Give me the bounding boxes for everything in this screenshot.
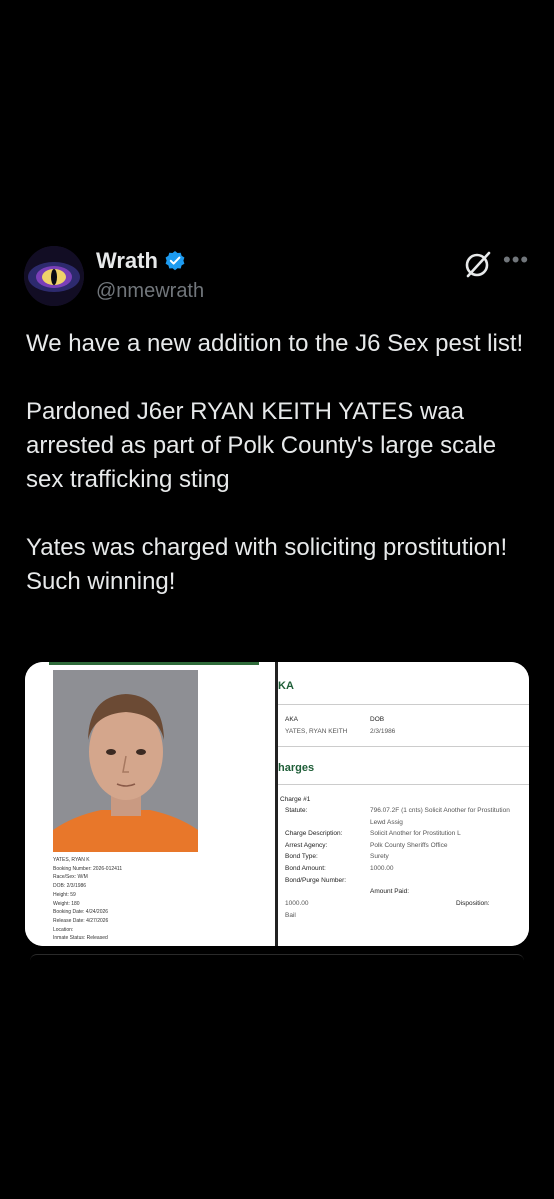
dob-value: 2/3/1986 [370, 728, 396, 735]
booking-location: Location: [53, 926, 74, 933]
tweet-paragraph: Yates was charged with soliciting prosti… [26, 534, 508, 595]
statute-value: 796.07.2F (1 cnts) Solicit Another for P… [370, 807, 510, 814]
bond-type-label: Bond Type: [285, 853, 318, 860]
amount-paid-label: Amount Paid: [370, 888, 410, 895]
statute-continued: Lewd Assig [370, 819, 403, 826]
purge-number-label: Bond/Purge Number: [285, 877, 347, 884]
dob-label: DOB [370, 716, 385, 723]
charge-number: Charge #1 [280, 796, 311, 803]
more-options-icon[interactable]: ••• [503, 249, 529, 271]
divider-line [278, 746, 529, 747]
description-value: Solicit Another for Prostitution L [370, 830, 461, 837]
divider-line [278, 784, 529, 785]
tweet-text: We have a new addition to the J6 Sex pes… [26, 327, 531, 633]
booking-date: Booking Date: 4/24/2026 [53, 909, 109, 916]
bond-type-value: Surety [370, 853, 389, 860]
agency-label: Arrest Agency: [285, 842, 328, 849]
aka-heading: KA [278, 680, 294, 692]
amount-paid-value: 1000.00 [285, 900, 309, 907]
booking-race-sex: Race/Sex: W/M [53, 874, 88, 881]
disposition-label: Disposition: [456, 900, 490, 907]
booking-name: YATES, RYAN K [53, 857, 90, 863]
description-label: Charge Description: [285, 830, 343, 837]
verified-badge-icon [165, 251, 185, 271]
inmate-status: Inmate Status: Released [53, 935, 108, 942]
booking-record-image[interactable]: YATES, RYAN K Booking Number: 2026-01241… [25, 662, 275, 946]
bond-amount-value: 1000.00 [370, 865, 394, 872]
tweet-paragraph: Pardoned J6er RYAN KEITH YATES waa arres… [26, 398, 497, 493]
tweet-media[interactable]: YATES, RYAN K Booking Number: 2026-01241… [25, 662, 529, 946]
grok-icon[interactable] [462, 248, 494, 280]
bail-value: Bail [285, 912, 296, 919]
author-name[interactable]: Wrath [96, 248, 158, 274]
booking-height: Height: 59 [53, 891, 76, 898]
eye-avatar-icon [24, 246, 84, 306]
aka-label: AKA [285, 716, 299, 723]
author-handle[interactable]: @nmewrath [96, 280, 204, 303]
booking-details: YATES, RYAN K Booking Number: 2026-01241… [53, 856, 122, 943]
tweet-paragraph: We have a new addition to the J6 Sex pes… [26, 330, 524, 357]
booking-dob: DOB: 2/3/1986 [53, 883, 87, 890]
author-name-row[interactable]: Wrath [96, 248, 186, 274]
bottom-sheet-edge [30, 954, 524, 961]
mugshot-photo [53, 670, 198, 852]
charges-heading: harges [278, 762, 315, 774]
divider-line [278, 704, 529, 705]
header-bar [49, 662, 259, 665]
release-date: Release Date: 4/27/2026 [53, 917, 109, 924]
aka-value: YATES, RYAN KEITH [285, 728, 348, 735]
agency-value: Polk County Sheriffs Office [370, 842, 448, 849]
booking-weight: Weight: 180 [53, 900, 80, 907]
bond-amount-label: Bond Amount: [285, 865, 326, 872]
charges-record-image[interactable]: KA AKA DOB YATES, RYAN KEITH 2/3/1986 ha… [278, 662, 529, 946]
statute-label: Statute: [285, 807, 308, 814]
booking-number: Booking Number: 2026-012411 [53, 865, 123, 872]
avatar[interactable] [24, 246, 84, 306]
